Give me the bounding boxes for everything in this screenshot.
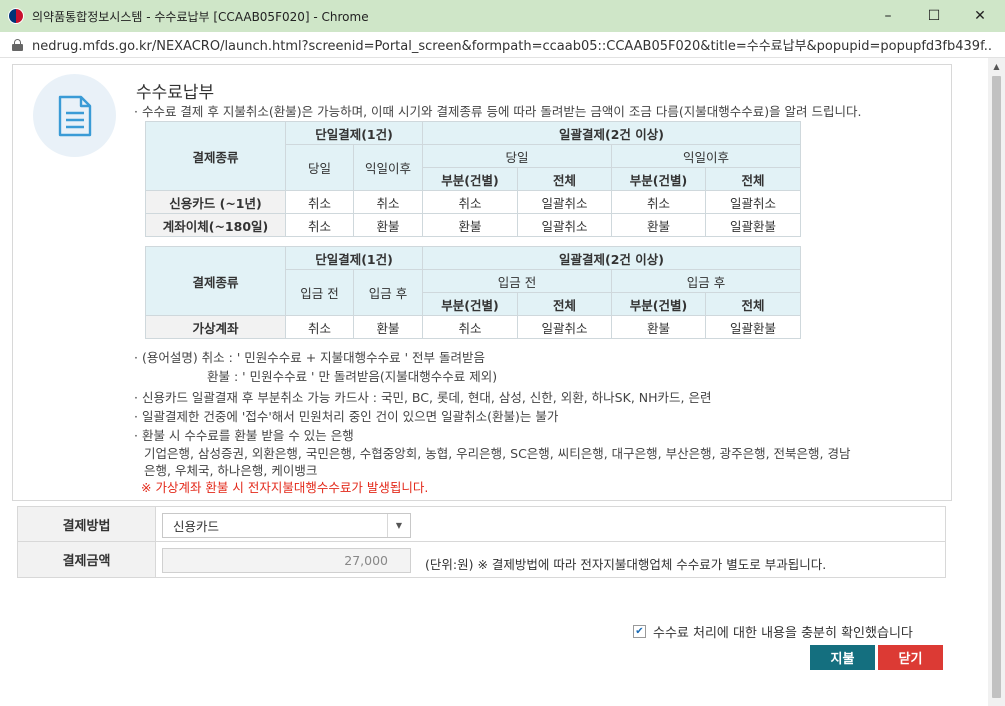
refund-table-virtual-account: 결제종류 단일결제(1건) 일괄결제(2건 이상) 입금 전 입금 후 입금 전… — [145, 246, 801, 339]
table-row: 신용카드 (~1년) 취소 취소 취소 일괄취소 취소 일괄취소 — [145, 190, 801, 214]
table-cell: 환불 — [353, 213, 423, 237]
row-label: 신용카드 (~1년) — [145, 190, 286, 214]
amount-unit-note: (단위:원) ※ 결제방법에 따라 전자지불대행업체 수수료가 별도로 부과됩니… — [425, 557, 827, 572]
taegeuk-logo-icon — [8, 8, 24, 24]
table-cell: 환불 — [422, 213, 518, 237]
col-header-single-nextday: 익일이후 — [353, 144, 423, 191]
note-terms: · (용어설명) 취소 : ' 민원수수료 + 지불대행수수료 ' 전부 돌려받… — [134, 350, 486, 365]
table-cell: 취소 — [422, 315, 518, 339]
pay-button[interactable]: 지불 — [810, 645, 875, 670]
payment-method-value: 신용카드 — [173, 519, 220, 534]
address-bar[interactable]: nedrug.mfds.go.kr/NEXACRO/launch.html?sc… — [0, 32, 1005, 58]
col-header-whole: 전체 — [705, 292, 801, 316]
url-text: nedrug.mfds.go.kr/NEXACRO/launch.html?sc… — [32, 39, 992, 54]
col-header-single: 단일결제(1건) — [285, 121, 423, 145]
table-cell: 일괄환불 — [705, 315, 801, 339]
payment-form: 결제방법 신용카드 ▼ 결제금액 27,000 (단위:원) ※ 결제방법에 따… — [17, 506, 946, 578]
table-row: 계좌이체(~180일) 취소 환불 환불 일괄취소 환불 일괄환불 — [145, 213, 801, 237]
col-header-whole: 전체 — [705, 167, 801, 191]
info-panel: 수수료납부 · 수수료 결제 후 지불취소(환불)은 가능하며, 이때 시기와 … — [12, 64, 952, 501]
table-cell: 취소 — [285, 213, 354, 237]
payment-method-select[interactable]: 신용카드 ▼ — [162, 513, 411, 538]
col-header-single-after-deposit: 입금 후 — [353, 269, 423, 316]
close-button[interactable]: 닫기 — [878, 645, 943, 670]
table-cell: 취소 — [611, 190, 706, 214]
table-cell: 취소 — [285, 190, 354, 214]
table-cell: 일괄취소 — [517, 190, 612, 214]
row-label: 가상계좌 — [145, 315, 286, 339]
col-header-bulk-sameday: 당일 — [422, 144, 612, 168]
scrollbar-thumb[interactable] — [992, 76, 1001, 698]
col-header-bulk-before-deposit: 입금 전 — [422, 269, 612, 293]
row-label: 계좌이체(~180일) — [145, 213, 286, 237]
col-header-single-before-deposit: 입금 전 — [285, 269, 354, 316]
lock-icon — [12, 38, 23, 51]
table-row: 가상계좌 취소 환불 취소 일괄취소 환불 일괄환불 — [145, 315, 801, 339]
table-cell: 환불 — [353, 315, 423, 339]
col-header-payment-type: 결제종류 — [145, 121, 286, 191]
payment-amount-row: 결제금액 27,000 (단위:원) ※ 결제방법에 따라 전자지불대행업체 수… — [18, 542, 945, 577]
table-cell: 취소 — [353, 190, 423, 214]
table-cell: 취소 — [422, 190, 518, 214]
chevron-down-icon[interactable]: ▼ — [387, 514, 410, 537]
note-refund-banks: · 환불 시 수수료를 환불 받을 수 있는 은행 — [134, 428, 354, 443]
col-header-bulk-after-deposit: 입금 후 — [611, 269, 801, 293]
table-cell: 일괄환불 — [705, 213, 801, 237]
col-header-whole: 전체 — [517, 167, 612, 191]
col-header-partial: 부분(건별) — [611, 292, 706, 316]
document-icon — [33, 74, 116, 157]
note-card-partial-cancel: · 신용카드 일괄결재 후 부분취소 가능 카드사 : 국민, BC, 롯데, … — [134, 390, 712, 405]
virtual-account-warning: ※ 가상계좌 환불 시 전자지불대행수수료가 발생됩니다. — [141, 480, 429, 495]
minimize-button[interactable]: – — [865, 0, 911, 32]
table-cell: 취소 — [285, 315, 354, 339]
payment-amount-label: 결제금액 — [18, 542, 156, 577]
col-header-whole: 전체 — [517, 292, 612, 316]
payment-method-label: 결제방법 — [18, 507, 156, 541]
table-cell: 환불 — [611, 213, 706, 237]
table-cell: 일괄취소 — [517, 315, 612, 339]
table-cell: 환불 — [611, 315, 706, 339]
close-window-button[interactable]: ✕ — [957, 0, 1003, 32]
note-terms-refund: 환불 : ' 민원수수료 ' 만 돌려받음(지불대행수수료 제외) — [207, 369, 498, 384]
note-bulk-cancel: · 일괄결제한 건중에 '접수'해서 민원처리 중인 건이 있으면 일괄취소(환… — [134, 409, 559, 424]
table-cell: 일괄취소 — [705, 190, 801, 214]
confirm-checkbox-row[interactable]: ✔ 수수료 처리에 대한 내용을 충분히 확인했습니다 — [633, 622, 913, 641]
col-header-partial: 부분(건별) — [422, 167, 518, 191]
payment-method-row: 결제방법 신용카드 ▼ — [18, 507, 945, 542]
page-title: 수수료납부 — [136, 83, 215, 103]
window-titlebar: 의약품통합정보시스템 - 수수료납부 [CCAAB05F020] - Chrom… — [0, 0, 1005, 32]
table-cell: 일괄취소 — [517, 213, 612, 237]
col-header-payment-type: 결제종류 — [145, 246, 286, 316]
confirm-checkbox[interactable]: ✔ — [633, 625, 646, 638]
col-header-single: 단일결제(1건) — [285, 246, 423, 270]
vertical-scrollbar[interactable]: ▲ — [988, 58, 1005, 706]
maximize-button[interactable]: ☐ — [911, 0, 957, 32]
refund-table-card-transfer: 결제종류 단일결제(1건) 일괄결제(2건 이상) 당일 익일이후 당일 익일이… — [145, 121, 801, 237]
page-description: · 수수료 결제 후 지불취소(환불)은 가능하며, 이때 시기와 결제종류 등… — [134, 104, 862, 119]
col-header-bulk-nextday: 익일이후 — [611, 144, 801, 168]
scroll-up-arrow-icon[interactable]: ▲ — [988, 58, 1005, 75]
col-header-bulk: 일괄결제(2건 이상) — [422, 121, 801, 145]
col-header-bulk: 일괄결제(2건 이상) — [422, 246, 801, 270]
col-header-partial: 부분(건별) — [422, 292, 518, 316]
payment-amount-field: 27,000 — [162, 548, 411, 573]
window-title: 의약품통합정보시스템 - 수수료납부 [CCAAB05F020] - Chrom… — [32, 9, 369, 24]
col-header-partial: 부분(건별) — [611, 167, 706, 191]
confirm-label: 수수료 처리에 대한 내용을 충분히 확인했습니다 — [653, 626, 913, 641]
col-header-single-sameday: 당일 — [285, 144, 354, 191]
